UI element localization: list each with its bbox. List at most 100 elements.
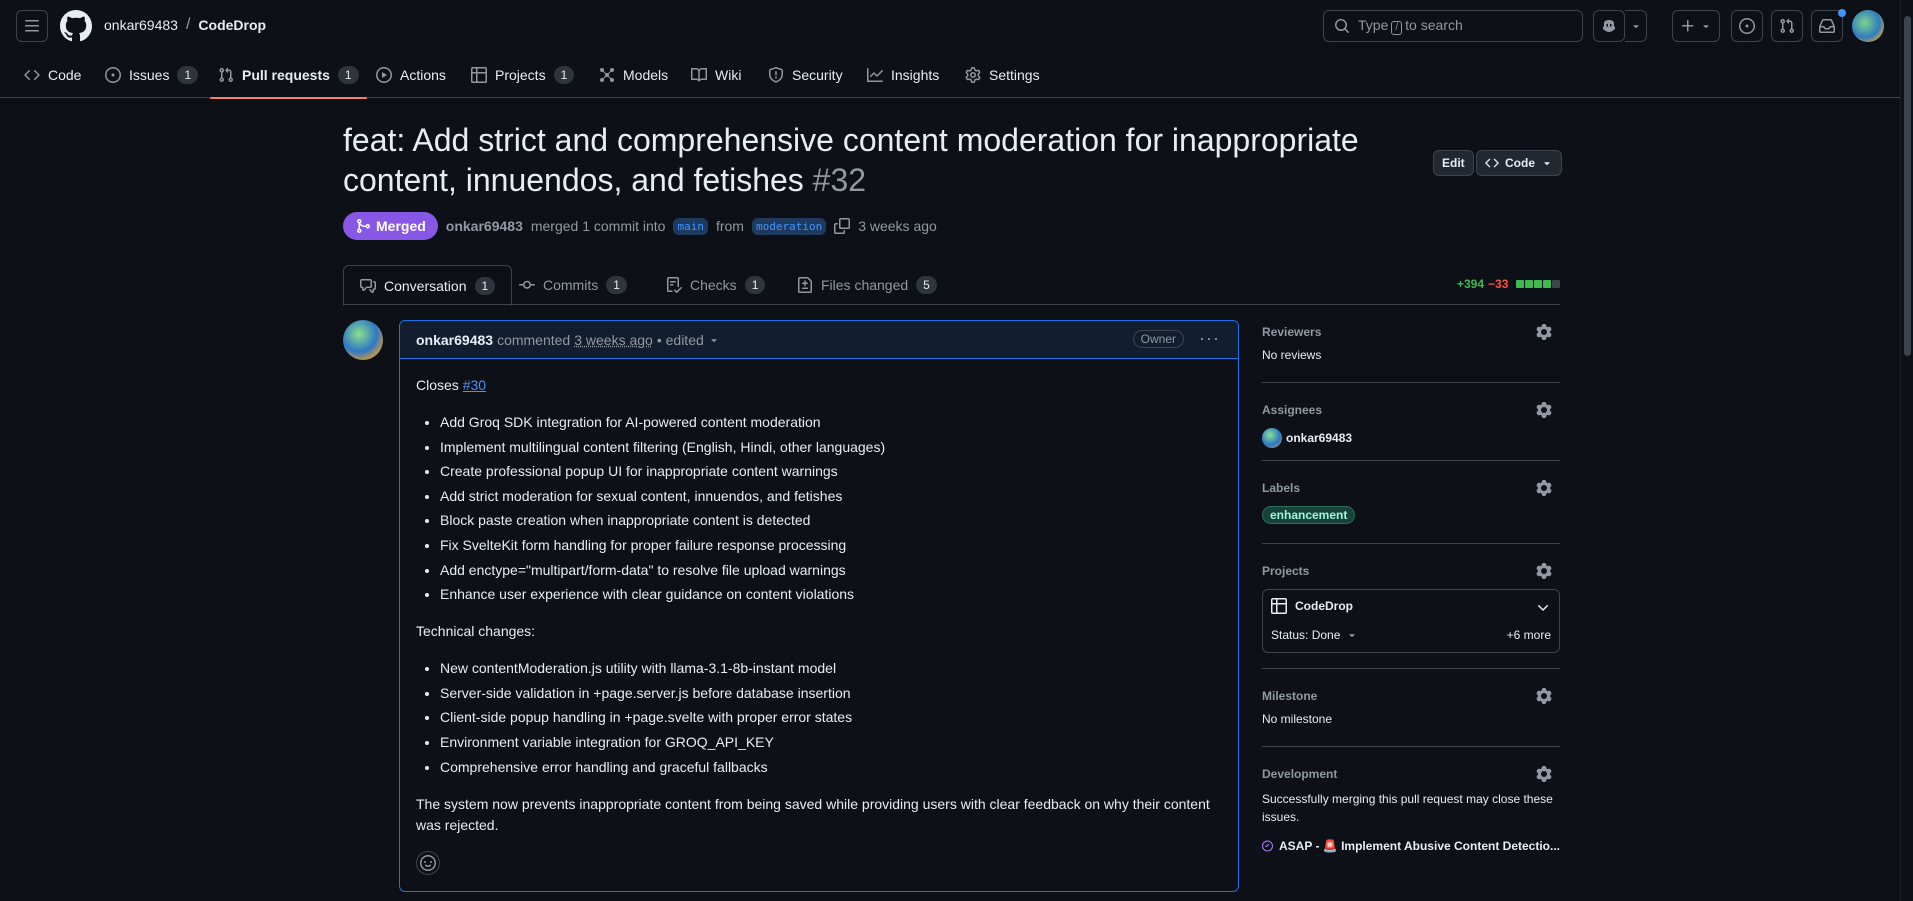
owner-badge: Owner [1132,330,1184,348]
comment-author-avatar[interactable] [343,320,383,360]
tab-checks[interactable]: Checks 1 [650,265,781,305]
pull-request-icon [219,67,234,83]
tab-label: Commits [543,277,599,293]
checklist-icon [667,277,682,293]
nav-tab-actions[interactable]: Actions [368,52,454,98]
closes-issue-link[interactable]: #30 [463,377,486,393]
tab-counter: 5 [916,276,937,294]
issue-opened-icon [1739,18,1755,34]
comment-header: onkar69483 commented 3 weeks ago • edite… [400,321,1238,359]
nav-tab-models[interactable]: Models [591,52,676,98]
pr-description-comment: onkar69483 commented 3 weeks ago • edite… [399,320,1239,892]
linked-issue[interactable]: ASAP - 🚨 Implement Abusive Content Detec… [1262,838,1560,854]
milestone-section: Milestone No milestone [1262,684,1560,747]
list-item: Add enctype="multipart/form-data" to res… [440,560,1222,581]
development-title: Development [1262,767,1338,781]
code-button-label: Code [1505,156,1535,170]
inbox-icon [1819,19,1835,33]
add-reaction-button[interactable] [416,851,440,875]
project-status-dropdown[interactable]: Status: Done [1271,628,1358,642]
graph-icon [867,68,883,82]
scrollbar-thumb[interactable] [1904,16,1911,356]
pull-requests-button[interactable] [1771,10,1803,42]
nav-tab-label: Settings [989,67,1040,83]
project-card[interactable]: CodeDrop Status: Done +6 more [1262,589,1560,653]
nav-tab-issues[interactable]: Issues 1 [97,52,206,98]
triangle-down-icon[interactable] [708,334,720,346]
linked-issue-title: ASAP - 🚨 Implement Abusive Content Detec… [1279,839,1560,853]
gear-icon[interactable] [1536,688,1552,704]
breadcrumb-owner[interactable]: onkar69483 [104,17,178,33]
comment-timestamp[interactable]: 3 weeks ago [574,332,653,348]
tab-label: Conversation [384,277,467,294]
nav-tab-label: Pull requests [242,67,330,83]
nav-tab-label: Actions [400,67,446,83]
notification-indicator [1838,9,1846,17]
code-icon [1485,158,1499,168]
smiley-icon [420,855,436,871]
gear-icon[interactable] [1536,766,1552,782]
nav-tab-settings[interactable]: Settings [957,52,1048,98]
edited-indicator[interactable]: • edited [657,332,704,348]
global-header: onkar69483 / CodeDrop Type / to search [0,0,1900,52]
projects-title: Projects [1262,564,1310,578]
reviewers-section: Reviewers No reviews [1262,320,1560,383]
page-scrollbar[interactable] [1900,0,1913,901]
play-icon [376,67,392,83]
kebab-menu-icon[interactable]: ··· [1199,329,1220,347]
issue-icon [105,67,121,83]
base-branch[interactable]: main [673,217,708,235]
comment-discussion-icon [360,278,376,293]
tab-files-changed[interactable]: Files changed 5 [781,265,953,305]
menu-button[interactable] [16,10,48,42]
list-item: Implement multilingual content filtering… [440,437,1222,458]
create-new-button[interactable] [1672,10,1720,42]
gear-icon[interactable] [1536,563,1552,579]
list-item: Block paste creation when inappropriate … [440,510,1222,531]
merge-description: merged 1 commit into [530,218,666,234]
copilot-dropdown-button[interactable] [1625,10,1647,42]
chevron-down-icon[interactable] [1535,600,1551,616]
gear-icon[interactable] [1536,402,1552,418]
comment-author[interactable]: onkar69483 [416,332,493,348]
list-item: Fix SvelteKit form handling for proper f… [440,535,1222,556]
project-more-fields[interactable]: +6 more [1507,628,1551,642]
user-avatar[interactable] [1852,10,1884,42]
nav-tab-insights[interactable]: Insights [859,52,947,98]
nav-tab-label: Projects [495,67,546,83]
head-branch[interactable]: moderation [751,217,827,235]
nav-tab-wiki[interactable]: Wiki [683,52,749,98]
nav-tab-code[interactable]: Code [16,52,89,98]
triangle-down-icon [1632,25,1639,29]
issues-button[interactable] [1731,10,1763,42]
hamburger-icon [25,20,39,32]
nav-tab-label: Issues [129,67,170,83]
breadcrumb-separator: / [185,16,191,33]
github-logo-icon[interactable] [60,10,92,42]
milestone-title: Milestone [1262,689,1318,703]
list-item: Add Groq SDK integration for AI-powered … [440,412,1222,433]
edit-title-button[interactable]: Edit [1433,150,1474,176]
copy-icon[interactable] [834,218,851,234]
reviewers-title: Reviewers [1262,325,1322,339]
nav-tab-projects[interactable]: Projects 1 [463,52,582,98]
projects-section: Projects CodeDrop Status: Done +6 more [1262,559,1560,669]
additions-count: +394 [1457,277,1485,291]
breadcrumb-repo[interactable]: CodeDrop [198,17,266,33]
from-text: from [715,218,744,234]
nav-tab-security[interactable]: Security [760,52,851,98]
pull-request-number: #32 [812,162,867,198]
gear-icon[interactable] [1536,480,1552,496]
tab-commits[interactable]: Commits 1 [503,265,643,305]
label-enhancement[interactable]: enhancement [1262,506,1356,524]
nav-tab-label: Code [48,67,82,83]
nav-tab-pull-requests[interactable]: Pull requests 1 [210,52,367,99]
search-input[interactable]: Type / to search [1323,10,1583,42]
tab-conversation[interactable]: Conversation 1 [343,265,513,306]
pull-requests-counter: 1 [337,66,359,84]
gear-icon[interactable] [1536,324,1552,340]
pr-author-link[interactable]: onkar69483 [446,218,523,234]
assignee-item[interactable]: onkar69483 [1262,428,1560,448]
code-dropdown-button[interactable]: Code [1476,150,1562,176]
copilot-button[interactable] [1593,10,1625,42]
